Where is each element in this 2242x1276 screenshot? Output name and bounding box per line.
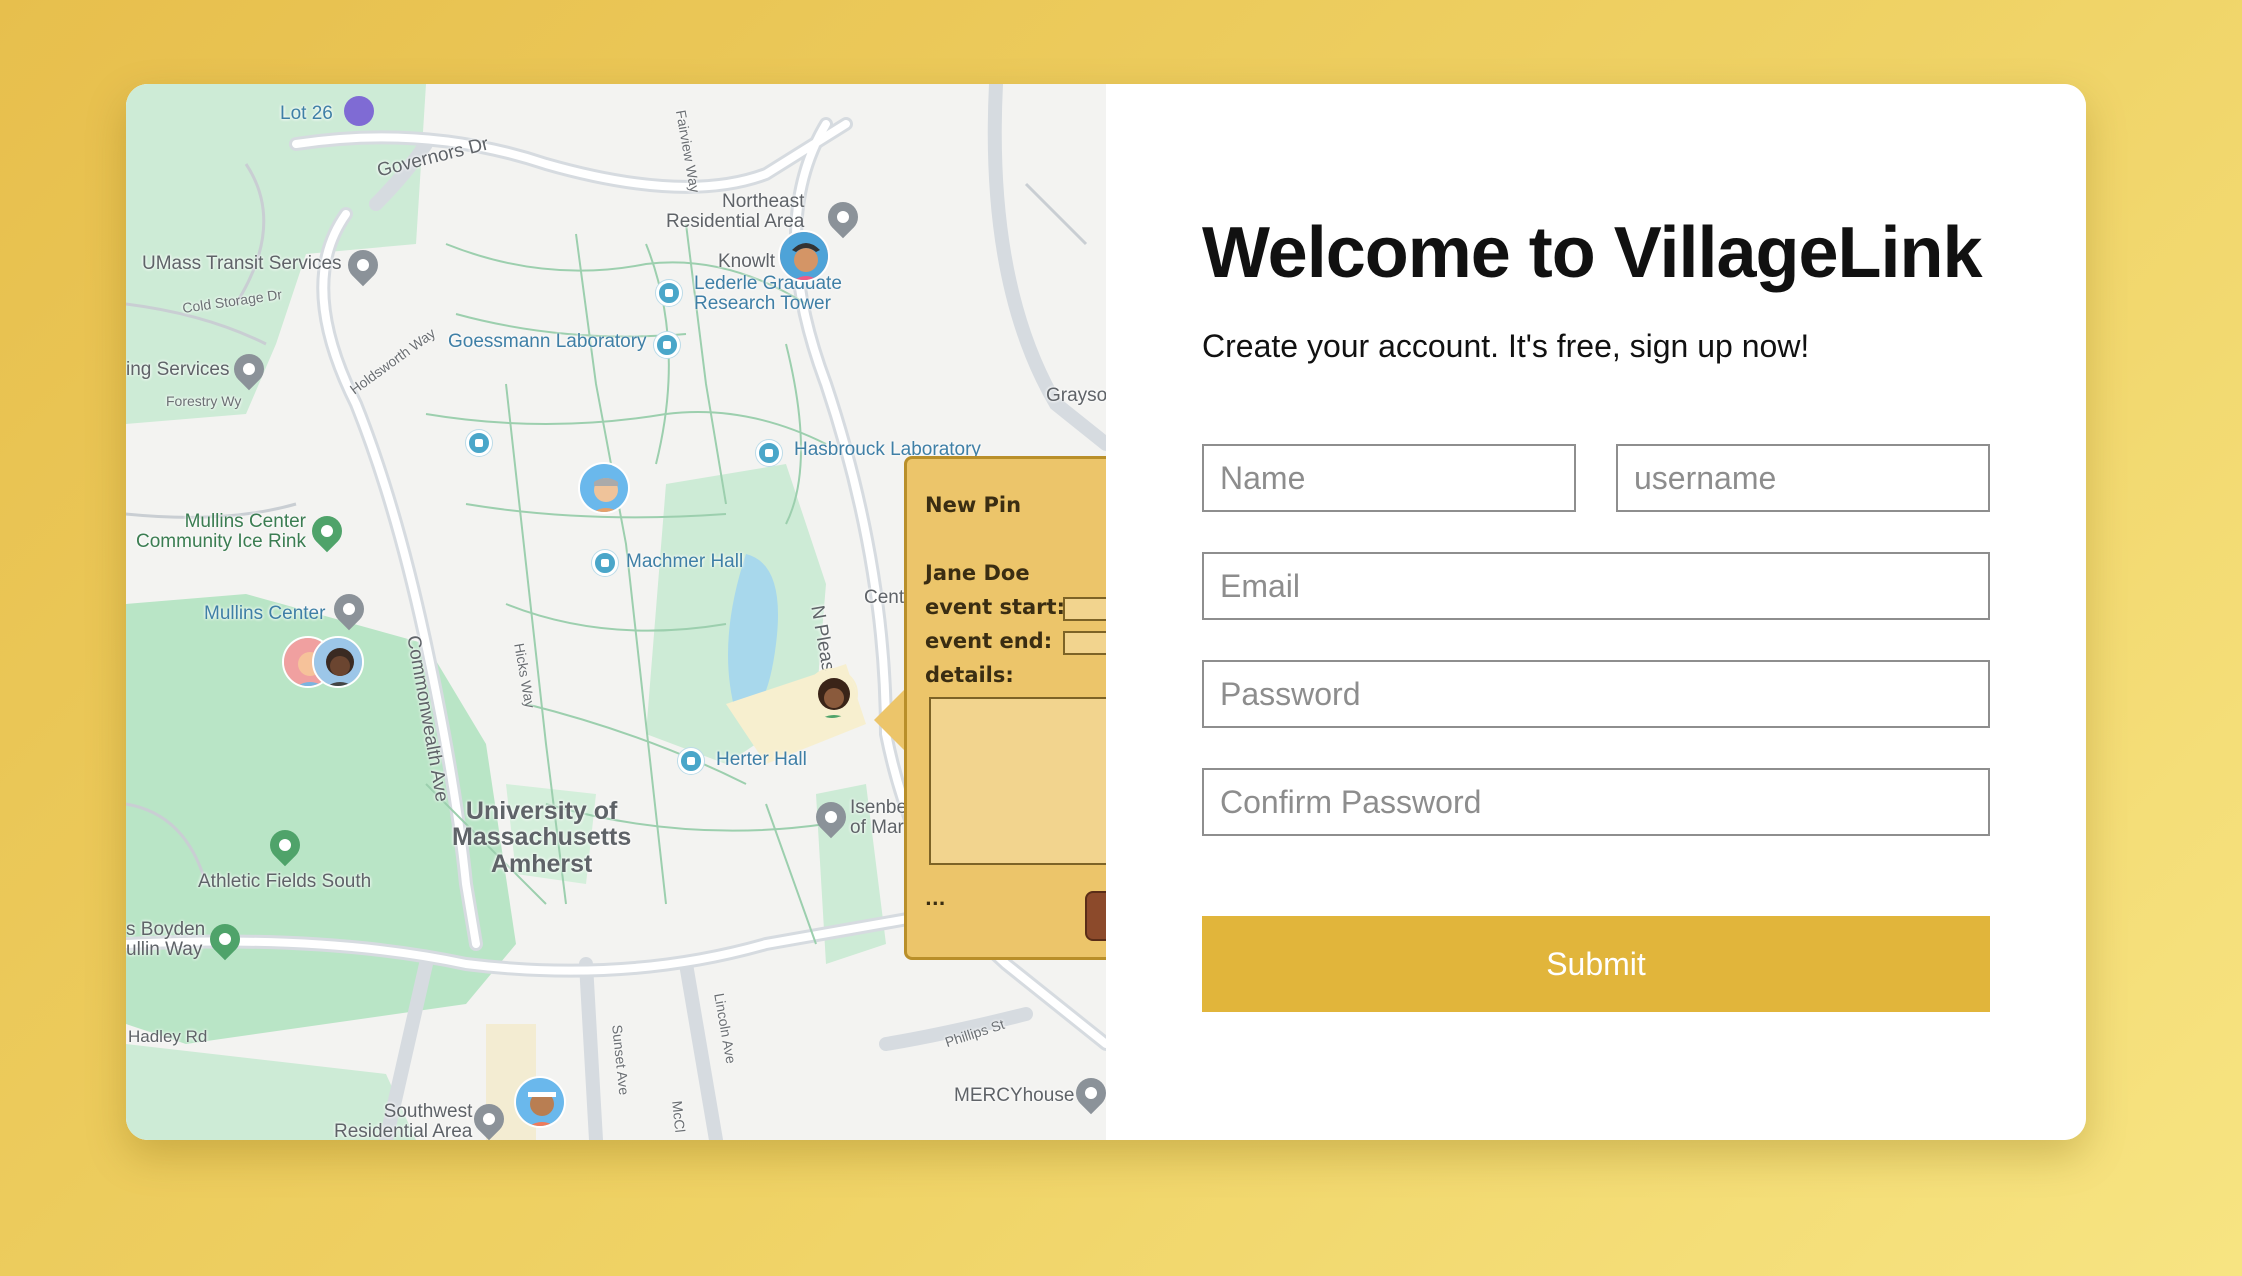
label-boyden: s Boyden ullin Way <box>126 919 206 960</box>
event-end-label: event end: <box>925 629 1053 653</box>
user-avatar-pin[interactable] <box>778 230 830 282</box>
label-northeast: Northeast Residential Area <box>666 191 805 232</box>
campus-map[interactable]: Lot 26 Governors Dr Fairview Way Northea… <box>126 84 1106 1140</box>
user-avatar-pin[interactable] <box>806 668 858 720</box>
building-icon <box>592 550 618 576</box>
new-pin-popup: New Pin Jane Doe event start: event end:… <box>904 456 1106 960</box>
submit-button[interactable]: Submit <box>1202 916 1990 1012</box>
label-umass: University of Massachusetts Amherst <box>452 797 632 878</box>
password-field[interactable] <box>1202 660 1990 728</box>
building-icon <box>654 332 680 358</box>
popup-name: Jane Doe <box>925 561 1030 585</box>
confirm-password-field[interactable] <box>1202 768 1990 836</box>
popup-pointer <box>874 686 908 754</box>
label-hadley: Hadley Rd <box>128 1027 208 1046</box>
name-field[interactable] <box>1202 444 1576 512</box>
signup-form: Welcome to VillageLink Create your accou… <box>1106 84 2086 1140</box>
event-end-input[interactable] <box>1063 631 1106 655</box>
label-mullins-rink: Mullins Center Community Ice Rink <box>136 511 306 552</box>
label-lot26: Lot 26 <box>280 103 333 124</box>
user-avatar-pin[interactable] <box>578 462 630 514</box>
signup-card: Lot 26 Governors Dr Fairview Way Northea… <box>126 84 2086 1140</box>
label-cent: Cent <box>864 587 905 608</box>
username-field[interactable] <box>1616 444 1990 512</box>
label-grayson: Grayso <box>1046 385 1106 406</box>
label-umass-transit: UMass Transit Services <box>142 253 342 274</box>
building-icon <box>466 430 492 456</box>
label-mcclellan: McCl <box>669 1099 689 1134</box>
label-machmer: Machmer Hall <box>626 551 744 572</box>
email-field[interactable] <box>1202 552 1990 620</box>
user-avatar-pin[interactable] <box>514 1076 566 1128</box>
label-mercy: MERCYhouse <box>954 1085 1075 1106</box>
label-mullins-center: Mullins Center <box>204 603 326 624</box>
event-start-input[interactable] <box>1063 597 1106 621</box>
building-icon <box>756 440 782 466</box>
label-isenberg: Isenbe of Mar <box>850 797 908 838</box>
label-goessmann: Goessmann Laboratory <box>448 331 647 352</box>
building-icon <box>656 280 682 306</box>
label-southwest: Southwest Residential Area <box>334 1101 473 1140</box>
details-label: details: <box>925 663 1014 687</box>
label-lederle: Lederle Graduate Research Tower <box>694 273 842 314</box>
label-herter: Herter Hall <box>716 749 807 770</box>
label-athletic: Athletic Fields South <box>198 871 372 892</box>
page-title: Welcome to VillageLink <box>1202 213 1983 293</box>
page-subtitle: Create your account. It's free, sign up … <box>1202 328 1810 364</box>
label-forestry: Forestry Wy <box>166 393 242 409</box>
popup-title: New Pin <box>925 493 1022 517</box>
label-services: ing Services <box>126 359 230 380</box>
user-avatar-pin[interactable] <box>312 636 364 688</box>
parking-icon <box>344 96 374 126</box>
label-knowlton: Knowlt <box>718 251 776 272</box>
popup-save-button[interactable] <box>1085 891 1106 941</box>
event-start-label: event start: <box>925 595 1065 619</box>
popup-more: ... <box>925 889 946 910</box>
building-icon <box>678 748 704 774</box>
details-textarea[interactable] <box>929 697 1106 865</box>
